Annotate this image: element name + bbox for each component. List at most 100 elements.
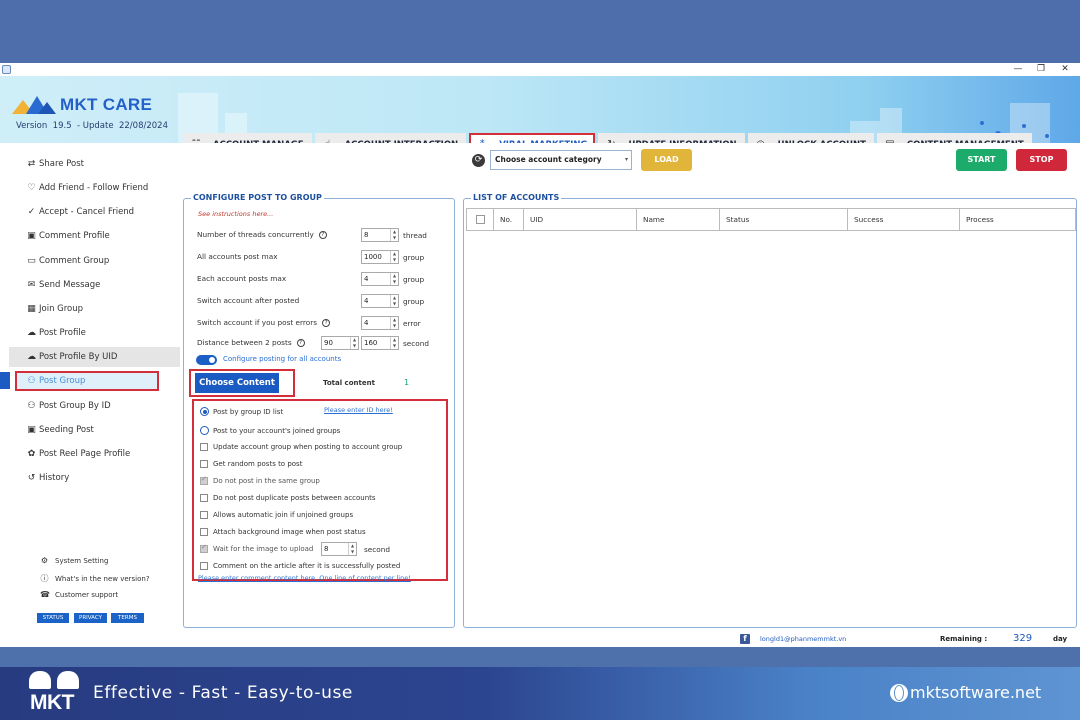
close-button[interactable]: ✕	[1055, 63, 1075, 76]
select-all-header[interactable]	[466, 208, 494, 231]
sidebar-item-send-message[interactable]: ✉ Send Message	[9, 275, 180, 295]
option-checkbox-row[interactable]: Update account group when posting to acc…	[200, 443, 402, 451]
checkbox-unchecked[interactable]	[200, 443, 208, 451]
radio-post-joined-groups[interactable]: Post to your account's joined groups	[200, 426, 340, 435]
col-success[interactable]: Success	[847, 208, 960, 231]
sidebar-item-join-group[interactable]: ▦ Join Group	[9, 299, 180, 319]
status-button[interactable]: STATUS	[37, 613, 69, 623]
refresh-icon[interactable]: ⟳	[472, 154, 485, 167]
tab-update-information[interactable]: ↻ UPDATE INFORMATION	[598, 133, 745, 143]
logo-mark-icon	[12, 96, 58, 114]
customer-support-link[interactable]: ☎ Customer support	[40, 590, 180, 599]
status-bar: f longld1@phanmemmkt.vn Remaining : 329 …	[0, 632, 1080, 647]
tab-unlock-account[interactable]: ◎ UNLOCK ACCOUNT	[747, 133, 874, 143]
config-number-input[interactable]: 4 ▲ ▼	[361, 294, 399, 308]
col-name[interactable]: Name	[636, 208, 720, 231]
choose-content-button[interactable]: Choose Content	[195, 373, 279, 393]
radio-checked[interactable]	[200, 407, 209, 416]
sidebar-item-add-friend-follow-friend[interactable]: ♡ Add Friend - Follow Friend	[9, 178, 180, 198]
system-setting-link[interactable]: ⚙ System Setting	[40, 556, 180, 565]
config-number-input[interactable]: 1000 ▲ ▼	[361, 250, 399, 264]
col-process[interactable]: Process	[959, 208, 1076, 231]
tab-account-manage[interactable]: ☷ ACCOUNT MANAGE	[183, 133, 312, 143]
spinner-arrows-icon[interactable]: ▲ ▼	[350, 337, 358, 349]
checkbox-unchecked[interactable]	[200, 562, 208, 570]
distance-min-input[interactable]: 90 ▲ ▼	[321, 336, 359, 350]
sidebar-item-comment-group[interactable]: ▭ Comment Group	[9, 251, 180, 271]
spinner-arrows-icon[interactable]: ▲ ▼	[390, 317, 398, 329]
col-no[interactable]: No.	[493, 208, 524, 231]
config-number-input[interactable]: 4 ▲ ▼	[361, 316, 399, 330]
sidebar-item-share-post[interactable]: ⇄ Share Post	[9, 154, 180, 174]
config-number-input[interactable]: 4 ▲ ▼	[361, 272, 399, 286]
tab-account-interaction[interactable]: ☝ ACCOUNT INTERACTION	[314, 133, 467, 143]
configure-all-accounts-toggle[interactable]	[196, 355, 217, 365]
accounts-table: No. UID Name Status Success Process	[466, 208, 1076, 231]
select-all-checkbox[interactable]	[475, 215, 485, 225]
checkbox-unchecked[interactable]	[200, 511, 208, 519]
title-bar: — ❐ ✕	[0, 63, 1080, 76]
sidebar-item-comment-profile[interactable]: ▣ Comment Profile	[9, 226, 180, 246]
help-icon[interactable]: ?	[296, 339, 305, 347]
tab-content-management[interactable]: ▤ CONTENT MANAGEMENT	[876, 133, 1032, 143]
option-checkbox-row[interactable]: Allows automatic join if unjoined groups	[200, 511, 353, 519]
sidebar-item-accept-cancel-friend[interactable]: ✓ Accept - Cancel Friend	[9, 202, 180, 222]
terms-button[interactable]: TERMS	[111, 613, 144, 623]
spinner-arrows-icon[interactable]: ▲ ▼	[390, 229, 398, 241]
seeding-post-icon: ▣	[27, 424, 36, 435]
sidebar-item-label: Send Message	[39, 280, 101, 290]
checkbox-unchecked[interactable]	[200, 528, 208, 536]
account-category-select[interactable]: Choose account category ▾	[490, 150, 632, 170]
privacy-button[interactable]: PRIVACY	[74, 613, 107, 623]
join-group-icon: ▦	[27, 303, 36, 314]
option-label: Do not post in the same group	[213, 477, 320, 485]
option-checkbox-row[interactable]: Get random posts to post	[200, 460, 302, 468]
instructions-link[interactable]: See instructions here...	[198, 210, 273, 218]
sidebar-item-seeding-post[interactable]: ▣ Seeding Post	[9, 420, 180, 440]
radio-post-by-group-id[interactable]: Post by group ID list	[200, 407, 283, 416]
option-checkbox-row[interactable]: Do not post duplicate posts between acco…	[200, 494, 376, 502]
sidebar-item-post-group[interactable]: ⚇ Post Group	[15, 371, 159, 391]
col-status[interactable]: Status	[719, 208, 848, 231]
refresh-check-icon: ↻	[604, 139, 618, 143]
enter-id-link[interactable]: Please enter ID here!	[324, 406, 393, 414]
option-checkbox-row[interactable]: Attach background image when post status	[200, 528, 366, 536]
checkbox-unchecked[interactable]	[200, 494, 208, 502]
spinner-arrows-icon[interactable]: ▲ ▼	[348, 543, 356, 555]
whats-new-link[interactable]: ⓘ What's in the new version?	[40, 573, 180, 584]
config-number-input[interactable]: 8 ▲ ▼	[361, 228, 399, 242]
help-icon[interactable]: ?	[322, 319, 331, 327]
distance-max-input[interactable]: 160 ▲ ▼	[361, 336, 399, 350]
sidebar-item-post-reel-page-profile[interactable]: ✿ Post Reel Page Profile	[9, 444, 180, 464]
col-uid[interactable]: UID	[523, 208, 637, 231]
add-friend-icon: ♡	[27, 182, 36, 193]
wait-upload-seconds-input[interactable]: 8 ▲ ▼	[321, 542, 357, 556]
post-group-id-icon: ⚇	[27, 400, 36, 411]
config-label: All accounts post max	[197, 252, 278, 261]
sidebar-item-post-profile[interactable]: ☁ Post Profile	[9, 323, 180, 343]
sidebar-item-label: Post Reel Page Profile	[39, 449, 131, 459]
checkbox-unchecked[interactable]	[200, 460, 208, 468]
sidebar-item-post-group-by-id[interactable]: ⚇ Post Group By ID	[9, 396, 180, 416]
load-button[interactable]: LOAD	[641, 149, 692, 171]
spinner-arrows-icon[interactable]: ▲ ▼	[390, 273, 398, 285]
option-label: Get random posts to post	[213, 460, 303, 468]
option-checkbox-row[interactable]: Comment on the article after it is succe…	[200, 562, 400, 570]
table-header-row: No. UID Name Status Success Process	[466, 208, 1076, 231]
sidebar-item-history[interactable]: ↺ History	[9, 468, 180, 488]
help-icon[interactable]: ?	[318, 231, 327, 239]
stop-button[interactable]: STOP	[1016, 149, 1067, 171]
tab-viral-marketing[interactable]: ⁂ VIRAL MARKETING	[469, 133, 596, 143]
choose-content-highlight: Choose Content	[189, 369, 295, 397]
spinner-arrows-icon[interactable]: ▲ ▼	[390, 337, 398, 349]
total-content-value: 1	[404, 378, 410, 387]
comment-content-link[interactable]: Please enter comment content here. One l…	[198, 574, 411, 582]
spinner-arrows-icon[interactable]: ▲ ▼	[390, 295, 398, 307]
start-button[interactable]: START	[956, 149, 1007, 171]
maximize-button[interactable]: ❐	[1031, 63, 1051, 76]
sidebar-item-post-profile-by-uid[interactable]: ☁ Post Profile By UID	[9, 347, 180, 367]
radio-unchecked[interactable]	[200, 426, 209, 435]
option-label: Update account group when posting to acc…	[213, 443, 403, 451]
spinner-arrows-icon[interactable]: ▲ ▼	[390, 251, 398, 263]
minimize-button[interactable]: —	[1008, 63, 1028, 76]
